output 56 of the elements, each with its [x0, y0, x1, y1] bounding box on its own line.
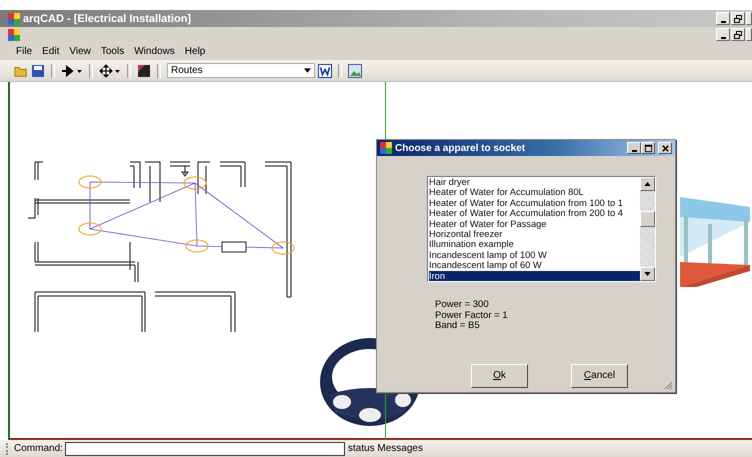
document-icon [8, 28, 20, 40]
scroll-up-button[interactable] [640, 177, 655, 191]
menu-item[interactable]: Help [180, 46, 210, 56]
list-item[interactable]: Heater of Water for Accumulation from 100 to 1 [429, 198, 640, 208]
arrow-dropdown-icon[interactable] [61, 64, 83, 78]
command-input[interactable] [64, 442, 345, 456]
minimize-icon [720, 36, 726, 38]
maximize-icon [644, 144, 652, 152]
list-item[interactable]: Incandescent lamp of 100 W [429, 250, 640, 260]
dialog-button[interactable]: Ok [471, 364, 528, 388]
minimize-button[interactable] [716, 12, 730, 25]
minimize-icon [720, 20, 726, 22]
maximize-button[interactable] [641, 142, 655, 154]
scrollbar[interactable] [640, 177, 655, 281]
menu-item[interactable]: File [11, 46, 38, 56]
up-arrow-icon [644, 182, 651, 186]
restore-button[interactable] [731, 28, 745, 41]
move-dropdown-icon[interactable] [99, 64, 121, 78]
render-icon[interactable] [137, 64, 151, 78]
menu-item[interactable]: View [64, 46, 96, 56]
list-item[interactable]: Heater of Water for Accumulation from 200 to 4 [429, 208, 640, 219]
minimize-button[interactable] [627, 142, 641, 154]
command-label: Command: [14, 443, 63, 454]
property-text: Band = B5 [435, 321, 481, 332]
property-text: Power Factor = 1 [435, 310, 509, 321]
layer-dropdown[interactable]: Routes [167, 63, 315, 78]
list-item[interactable]: Incandescent lamp of 60 W [429, 260, 640, 271]
list-item[interactable]: Illumination example [429, 239, 640, 250]
list-item[interactable]: Heater of Water for Passage [429, 218, 640, 230]
list-item[interactable]: Heater of Water for Accumulation 80L [429, 187, 640, 198]
dialog-button[interactable]: Cancel [571, 364, 628, 388]
resize-grip-icon[interactable] [663, 380, 673, 390]
app-icon [380, 142, 392, 154]
app-icon [8, 12, 20, 24]
minimize-button[interactable] [716, 28, 730, 41]
property-text: Power = 300 [435, 300, 490, 310]
down-arrow-icon [644, 272, 651, 276]
menu-item[interactable]: Tools [96, 46, 130, 56]
scroll-thumb[interactable] [640, 211, 655, 227]
image-icon[interactable] [348, 64, 362, 78]
dialog-title: Choose a apparel to socket [395, 142, 526, 154]
dropdown-arrow-icon [304, 68, 311, 73]
list-item[interactable]: Iron [429, 270, 640, 281]
list-item[interactable]: Horizontal freezer [429, 229, 640, 240]
window-title: arqCAD - [Electrical Installation] [23, 12, 192, 24]
status-message: status Messages [348, 443, 423, 454]
menu-item[interactable]: Edit [37, 46, 64, 56]
restore-button[interactable] [731, 12, 745, 25]
menu-item[interactable]: Windows [129, 46, 180, 56]
word-document-icon[interactable] [318, 64, 332, 78]
scroll-down-button[interactable] [640, 267, 655, 281]
close-icon [660, 144, 670, 152]
close-button[interactable] [658, 142, 672, 154]
list-item[interactable]: Hair dryer [429, 177, 640, 188]
save-icon[interactable] [31, 64, 45, 78]
minimize-icon [632, 150, 636, 152]
